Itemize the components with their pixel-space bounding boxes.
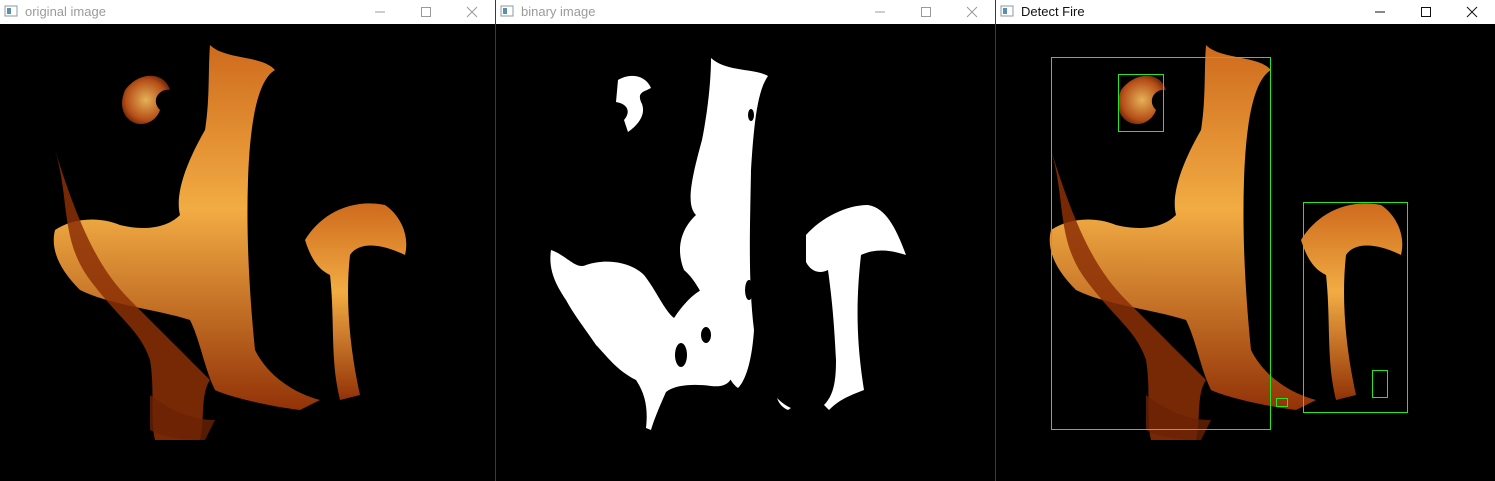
minimize-button[interactable] — [1357, 0, 1403, 24]
title-bar[interactable]: original image — [0, 0, 495, 24]
close-button[interactable] — [949, 0, 995, 24]
original-image-window: original image — [0, 0, 495, 481]
minimize-icon — [1375, 11, 1385, 13]
window-title: original image — [25, 4, 106, 19]
close-button[interactable] — [449, 0, 495, 24]
minimize-icon — [875, 11, 885, 13]
minimize-icon — [375, 11, 385, 13]
maximize-button[interactable] — [903, 0, 949, 24]
maximize-button[interactable] — [403, 0, 449, 24]
window-title: binary image — [521, 4, 596, 19]
title-bar[interactable]: binary image — [496, 0, 995, 24]
binary-image-window: binary image — [496, 0, 995, 481]
maximize-icon — [421, 7, 431, 17]
close-icon — [1466, 6, 1478, 18]
detect-fire-canvas — [996, 24, 1495, 481]
detection-box — [1303, 202, 1408, 413]
close-icon — [966, 6, 978, 18]
title-bar[interactable]: Detect Fire — [996, 0, 1495, 24]
close-button[interactable] — [1449, 0, 1495, 24]
detection-box — [1276, 398, 1288, 407]
app-icon — [4, 5, 18, 17]
fire-image — [53, 45, 407, 440]
app-icon — [500, 5, 514, 17]
maximize-icon — [921, 7, 931, 17]
binary-image-canvas — [496, 24, 995, 481]
window-title: Detect Fire — [1021, 4, 1085, 19]
original-image-canvas — [0, 24, 495, 481]
binary-mask — [550, 58, 906, 430]
maximize-icon — [1421, 7, 1431, 17]
detection-box — [1118, 74, 1164, 132]
minimize-button[interactable] — [357, 0, 403, 24]
minimize-button[interactable] — [857, 0, 903, 24]
close-icon — [466, 6, 478, 18]
detection-box — [1372, 370, 1388, 398]
maximize-button[interactable] — [1403, 0, 1449, 24]
app-icon — [1000, 5, 1014, 17]
detect-fire-window: Detect Fire — [996, 0, 1495, 481]
